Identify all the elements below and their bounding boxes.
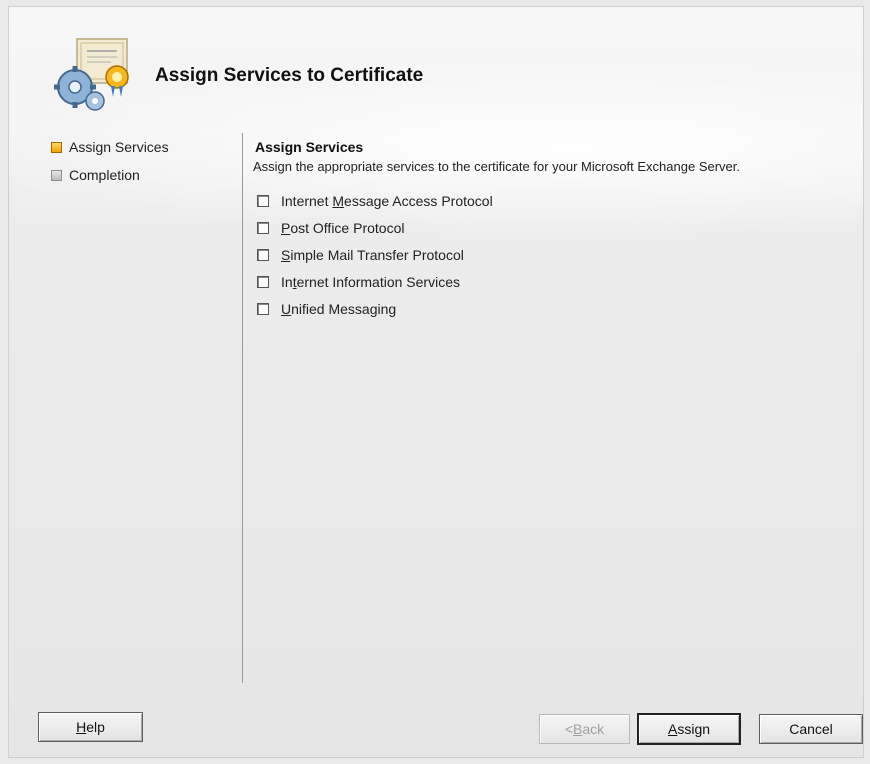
- service-smtp-checkbox[interactable]: Simple Mail Transfer Protocol: [257, 245, 464, 265]
- assign-services-dialog: Assign Services to Certificate Assign Se…: [8, 6, 864, 758]
- checkbox-box[interactable]: [257, 222, 269, 234]
- service-label: Internet Information Services: [281, 274, 460, 290]
- section-description: Assign the appropriate services to the c…: [253, 159, 741, 174]
- back-button[interactable]: < Back: [539, 714, 630, 744]
- step-label: Assign Services: [69, 139, 169, 155]
- checkbox-box[interactable]: [257, 195, 269, 207]
- checkbox-box[interactable]: [257, 249, 269, 261]
- service-label: Unified Messaging: [281, 301, 397, 317]
- checkbox-box[interactable]: [257, 276, 269, 288]
- service-pop-checkbox[interactable]: Post Office Protocol: [257, 218, 404, 238]
- step-label: Completion: [69, 167, 140, 183]
- service-label: Internet Message Access Protocol: [281, 193, 493, 209]
- certificate-gear-icon: [49, 37, 139, 112]
- service-label: Simple Mail Transfer Protocol: [281, 247, 464, 263]
- service-imap-checkbox[interactable]: Internet Message Access Protocol: [257, 191, 493, 211]
- assign-button[interactable]: Assign: [637, 713, 741, 745]
- page-title: Assign Services to Certificate: [155, 65, 424, 86]
- service-label: Post Office Protocol: [281, 220, 405, 236]
- vertical-divider: [242, 133, 243, 683]
- service-iis-checkbox[interactable]: Internet Information Services: [257, 272, 460, 292]
- cancel-button[interactable]: Cancel: [759, 714, 863, 744]
- section-title: Assign Services: [255, 139, 364, 155]
- step-completion: Completion: [51, 165, 140, 185]
- inactive-step-icon: [51, 169, 62, 181]
- active-step-icon: [51, 141, 62, 153]
- service-um-checkbox[interactable]: Unified Messaging: [257, 299, 396, 319]
- checkbox-box[interactable]: [257, 303, 269, 315]
- step-assign-services: Assign Services: [51, 137, 169, 157]
- help-button[interactable]: Help: [38, 712, 143, 742]
